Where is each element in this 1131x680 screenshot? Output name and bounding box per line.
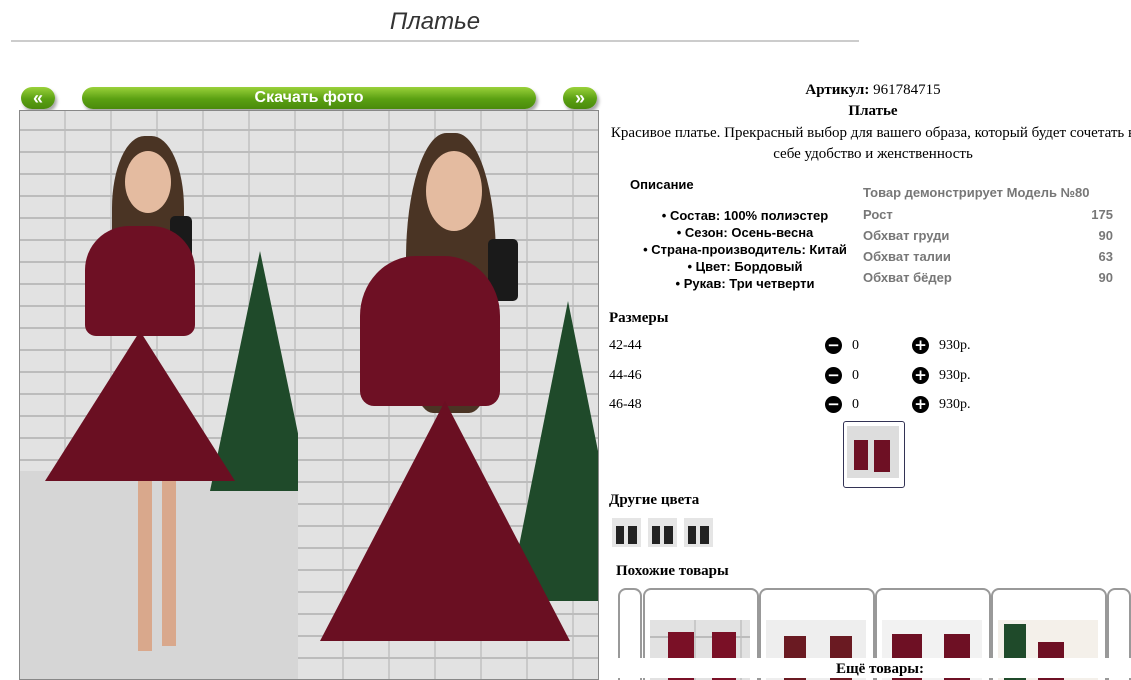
size-quantity: 0 — [852, 397, 859, 412]
model-heading: Товар демонстрирует Модель №80 — [863, 185, 1090, 200]
attribute-item: Цвет: Бордовый — [620, 258, 870, 275]
model-row-value: 63 — [1098, 249, 1113, 264]
other-color-thumbnail[interactable] — [684, 518, 713, 547]
size-quantity: 0 — [852, 338, 859, 353]
model-row-hips: Обхват бёдер 90 — [863, 267, 1113, 288]
attribute-item: Рукав: Три четверти — [620, 275, 870, 292]
model-row-value: 90 — [1098, 270, 1113, 285]
other-color-thumbnail[interactable] — [612, 518, 641, 547]
minus-circle-icon[interactable]: − — [825, 396, 842, 413]
size-price: 930р. — [939, 368, 971, 383]
plus-circle-icon[interactable]: + — [912, 367, 929, 384]
size-row: 44-46 − 0 + 930р. — [609, 366, 1009, 386]
other-colors-title: Другие цвета — [609, 492, 700, 508]
model-row-label: Рост — [863, 207, 893, 222]
photo-left-panel — [20, 111, 310, 679]
attribute-list: Состав: 100% полиэстер Сезон: Осень-весн… — [620, 207, 870, 292]
model-row-waist: Обхват талии 63 — [863, 246, 1113, 267]
sizes-title: Размеры — [609, 310, 669, 326]
sku-value: 961784715 — [873, 82, 941, 98]
size-label: 44-46 — [609, 368, 642, 383]
download-photo-button[interactable]: Скачать фото — [82, 87, 536, 109]
minus-circle-icon[interactable]: − — [825, 367, 842, 384]
other-color-thumbnail[interactable] — [648, 518, 677, 547]
product-description: Красивое платье. Прекрасный выбор для ва… — [610, 125, 1131, 162]
attribute-item: Сезон: Осень-весна — [620, 224, 870, 241]
size-price: 930р. — [939, 397, 971, 412]
model-row-label: Обхват груди — [863, 228, 950, 243]
model-row-value: 175 — [1091, 207, 1113, 222]
plus-circle-icon[interactable]: + — [912, 337, 929, 354]
page-title: Платье — [389, 8, 481, 35]
product-photo — [19, 110, 599, 680]
more-products-label: Ещё товары: — [600, 658, 1131, 678]
size-price: 930р. — [939, 338, 971, 353]
title-divider — [11, 40, 859, 42]
product-name: Платье — [848, 103, 898, 119]
attribute-item: Страна-производитель: Китай — [620, 241, 870, 258]
model-row-label: Обхват бёдер — [863, 270, 952, 285]
model-measurements: Товар демонстрирует Модель №80 Рост 175 … — [863, 182, 1113, 288]
similar-products-title: Похожие товары — [616, 563, 729, 579]
size-label: 46-48 — [609, 397, 642, 412]
next-photo-button[interactable]: » — [563, 87, 597, 109]
model-row-value: 90 — [1098, 228, 1113, 243]
attribute-item: Состав: 100% полиэстер — [620, 207, 870, 224]
model-row-bust: Обхват груди 90 — [863, 225, 1113, 246]
size-quantity: 0 — [852, 368, 859, 383]
sku-label: Артикул: — [805, 82, 870, 98]
plus-circle-icon[interactable]: + — [912, 396, 929, 413]
model-row-label: Обхват талии — [863, 249, 951, 264]
prev-photo-button[interactable]: « — [21, 87, 55, 109]
size-label: 42-44 — [609, 338, 642, 353]
minus-circle-icon[interactable]: − — [825, 337, 842, 354]
photo-right-panel — [298, 111, 598, 679]
size-row: 42-44 − 0 + 930р. — [609, 336, 1009, 356]
selected-color-thumbnail[interactable] — [843, 421, 905, 488]
sku: Артикул: 961784715 — [608, 82, 1131, 99]
size-row: 46-48 − 0 + 930р. — [609, 395, 1009, 415]
description-title: Описание — [630, 177, 694, 192]
model-row-height: Рост 175 — [863, 204, 1113, 225]
